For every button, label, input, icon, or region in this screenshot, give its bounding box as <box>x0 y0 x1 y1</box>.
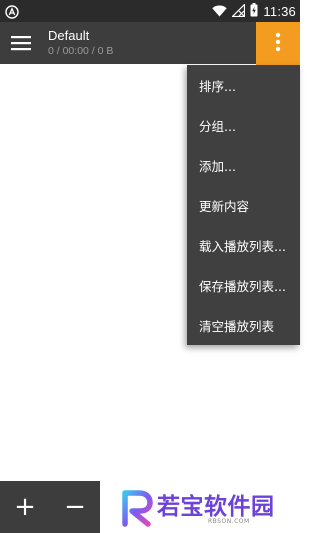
battery-charging-icon <box>250 2 258 21</box>
menu-item-sort[interactable]: 排序... <box>187 65 300 105</box>
playlist-summary: 0 / 00:00 / 0 B <box>48 45 114 57</box>
menu-item-clear-playlist[interactable]: 清空播放列表 <box>187 305 300 345</box>
menu-item-save-playlist[interactable]: 保存播放列表... <box>187 265 300 305</box>
remove-button[interactable]: − <box>50 481 100 533</box>
menu-item-group[interactable]: 分组... <box>187 105 300 145</box>
overflow-menu: 排序... 分组... 添加... 更新内容 载入播放列表... 保存播放列表.… <box>187 65 300 345</box>
status-bar: 11:36 <box>0 0 300 22</box>
clock: 11:36 <box>263 3 296 19</box>
navigation-menu-button[interactable] <box>10 33 32 53</box>
menu-item-load-playlist[interactable]: 载入播放列表... <box>187 225 300 265</box>
playlist-title: Default <box>48 28 90 43</box>
overflow-menu-button[interactable] <box>256 22 300 65</box>
app-bar: Default 0 / 00:00 / 0 B <box>0 22 300 64</box>
menu-item-update-content[interactable]: 更新内容 <box>187 185 300 225</box>
watermark-logo-icon <box>120 489 154 531</box>
bottom-toolbar: + − <box>0 481 100 533</box>
plus-icon: + <box>14 492 36 522</box>
more-vertical-icon <box>275 32 281 56</box>
wifi-icon <box>212 2 228 21</box>
menu-item-add[interactable]: 添加... <box>187 145 300 185</box>
add-button[interactable]: + <box>0 481 50 533</box>
watermark-subtext: RBSON.COM <box>208 518 250 525</box>
app-notification-icon <box>5 4 19 19</box>
minus-icon: − <box>64 492 86 522</box>
signal-off-icon <box>231 2 246 21</box>
watermark-text: 若宝软件园 <box>157 494 275 520</box>
watermark: 若宝软件园 RBSON.COM <box>100 481 300 533</box>
hamburger-icon <box>10 36 32 57</box>
